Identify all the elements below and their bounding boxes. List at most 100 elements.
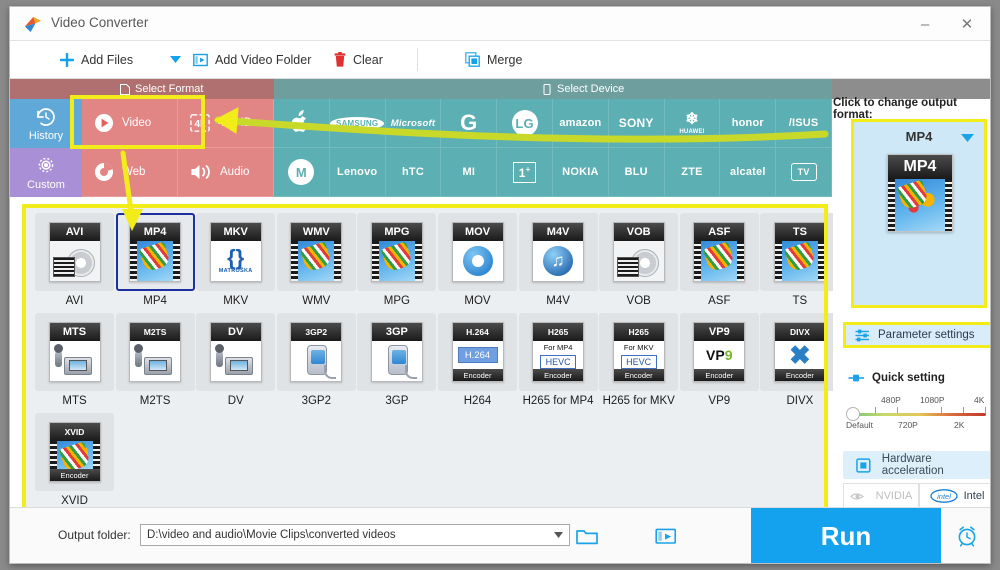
format-icon: 3GP2	[290, 322, 343, 382]
format-tile-divx[interactable]: DIVX ✖ Encoder	[760, 313, 840, 391]
format-icon: VOB	[612, 222, 665, 282]
device-alcatel[interactable]: alcatel	[720, 148, 777, 197]
gpu-options: NVIDIA intel Intel	[843, 483, 990, 509]
4k-icon: 4k	[190, 114, 210, 132]
hardware-acceleration-button[interactable]: Hardware acceleration	[843, 451, 990, 479]
format-icon: M2TS	[129, 322, 182, 382]
device-microsoft[interactable]: Microsoft	[385, 99, 442, 148]
device-sony[interactable]: SONY	[608, 99, 665, 148]
browse-folder-button[interactable]	[575, 524, 599, 548]
device-honor[interactable]: honor	[720, 99, 777, 148]
format-tile-mov[interactable]: MOV	[438, 213, 517, 291]
format-tile-dv[interactable]: DV	[196, 313, 276, 391]
minimize-button[interactable]: –	[904, 7, 946, 41]
format-doc-icon	[120, 83, 130, 95]
merge-button[interactable]: Merge	[465, 41, 522, 78]
chip-icon	[856, 457, 871, 473]
device-lenovo[interactable]: Lenovo	[329, 148, 386, 197]
category-audio[interactable]: Audio	[178, 148, 274, 197]
output-folder-input[interactable]: D:\video and audio\Movie Clips\converted…	[140, 524, 570, 546]
slider-handle[interactable]	[846, 407, 860, 421]
format-tile-h264[interactable]: H.264 H.264 Encoder	[438, 313, 517, 391]
category-video[interactable]: Video	[82, 99, 178, 148]
device-grid: SAMSUNG Microsoft G LG amazon SONY ❄ HUAWEI hono…	[274, 99, 832, 197]
output-folder-dropdown[interactable]	[548, 525, 568, 545]
add-files-dropdown[interactable]	[165, 41, 185, 78]
format-tile-mp4[interactable]: MP4	[115, 213, 195, 291]
device-huawei[interactable]: ❄ HUAWEI	[664, 99, 721, 148]
format-label-mov: MOV	[464, 295, 491, 307]
category-web[interactable]: Web	[82, 148, 178, 197]
device-mi[interactable]: MI	[441, 148, 498, 197]
format-tile-h265-for-mp4[interactable]: H265 For MP4 HEVC Encoder	[518, 313, 598, 391]
device-nokia[interactable]: NOKIA	[553, 148, 609, 197]
add-files-button[interactable]: Add Files	[60, 41, 133, 78]
format-tile-mts[interactable]: MTS	[35, 313, 114, 391]
chevron-down-icon	[169, 56, 181, 63]
format-badge: TS	[774, 223, 825, 241]
device-blu[interactable]: BLU	[608, 148, 665, 197]
format-tile-xvid[interactable]: XVID Encoder	[35, 413, 114, 491]
quality-slider[interactable]: 480P 1080P 4K Default 720P 2K	[846, 395, 990, 441]
video-folder-icon	[655, 528, 677, 544]
clear-button[interactable]: Clear	[334, 41, 383, 78]
run-button[interactable]: Run	[751, 508, 941, 563]
format-tile-h265-for-mkv[interactable]: H265 For MKV HEVC Encoder	[599, 313, 679, 391]
format-tile-m2ts[interactable]: M2TS	[115, 313, 195, 391]
format-badge: WMV	[291, 223, 342, 241]
format-badge: XVID	[49, 423, 100, 441]
format-icon: VP9 VP9 Encoder	[693, 322, 746, 382]
format-tile-mkv[interactable]: MKV{} MATROŠKA	[196, 213, 276, 291]
device-apple[interactable]	[274, 99, 330, 148]
schedule-button[interactable]	[941, 508, 990, 563]
format-tile-wmv[interactable]: WMV	[276, 213, 356, 291]
slider-tick-480p	[897, 407, 898, 413]
add-video-folder-button[interactable]: Add Video Folder	[193, 41, 311, 78]
format-tile-asf[interactable]: ASF	[679, 213, 759, 291]
sidebar-item-custom[interactable]: Custom	[10, 148, 82, 197]
device-tv[interactable]: TV	[776, 148, 832, 197]
format-icon: MKV{} MATROŠKA	[209, 222, 262, 282]
format-tile-ts[interactable]: TS	[760, 213, 840, 291]
format-label-vob: VOB	[626, 295, 651, 307]
output-thumb-art	[888, 179, 952, 231]
format-badge: MP4	[130, 223, 181, 241]
device-amazon[interactable]: amazon	[553, 99, 609, 148]
close-button[interactable]: ✕	[946, 7, 988, 41]
device-oneplus[interactable]: 1+	[497, 148, 553, 197]
chevron-down-icon[interactable]	[961, 134, 974, 142]
format-artwork	[49, 341, 100, 381]
gpu-nvidia-button[interactable]: NVIDIA	[843, 483, 919, 509]
format-tile-avi[interactable]: AVI	[35, 213, 114, 291]
format-artwork	[291, 341, 342, 381]
device-htc[interactable]: hTC	[385, 148, 442, 197]
format-grid: AVI AVI MP4 MP4 MKV{} MATROŠKA MKV WMV WMV MPG MPG…	[23, 205, 840, 521]
format-subbadge: For MP4	[543, 342, 573, 352]
format-tile-3gp[interactable]: 3GP	[357, 313, 437, 391]
sidebar-item-history[interactable]: History	[10, 99, 82, 148]
format-tile-vob[interactable]: VOB	[599, 213, 679, 291]
format-badge: VP9	[694, 323, 745, 341]
device-samsung[interactable]: SAMSUNG	[329, 99, 386, 148]
format-icon: TS	[773, 222, 826, 282]
format-tile-3gp2[interactable]: 3GP2	[276, 313, 356, 391]
device-motorola[interactable]: M	[274, 148, 330, 197]
output-format-card[interactable]: MP4 MP4	[851, 119, 987, 308]
gpu-intel-button[interactable]: intel Intel	[919, 483, 990, 509]
format-icon: M4V ♫	[532, 222, 585, 282]
device-zte[interactable]: ZTE	[664, 148, 721, 197]
category-4k-hd[interactable]: 4k 4K/HD	[178, 99, 274, 148]
format-footer: Encoder	[694, 369, 745, 381]
device-lg[interactable]: LG	[497, 99, 553, 148]
format-icon: MTS	[48, 322, 101, 382]
device-google[interactable]: G	[441, 99, 498, 148]
format-grid-panel: AVI AVI MP4 MP4 MKV{} MATROŠKA MKV WMV WMV MPG MPG…	[22, 204, 840, 521]
format-tile-m4v[interactable]: M4V ♫	[518, 213, 598, 291]
format-tile-vp9[interactable]: VP9 VP9 Encoder	[679, 313, 759, 391]
open-output-video-button[interactable]	[654, 524, 678, 548]
device-asus[interactable]: /ISUS	[776, 99, 832, 148]
slider-tick-2k	[963, 407, 964, 413]
format-badge: MOV	[452, 223, 503, 241]
format-tile-mpg[interactable]: MPG	[357, 213, 437, 291]
parameter-settings-button[interactable]: Parameter settings	[843, 322, 990, 348]
